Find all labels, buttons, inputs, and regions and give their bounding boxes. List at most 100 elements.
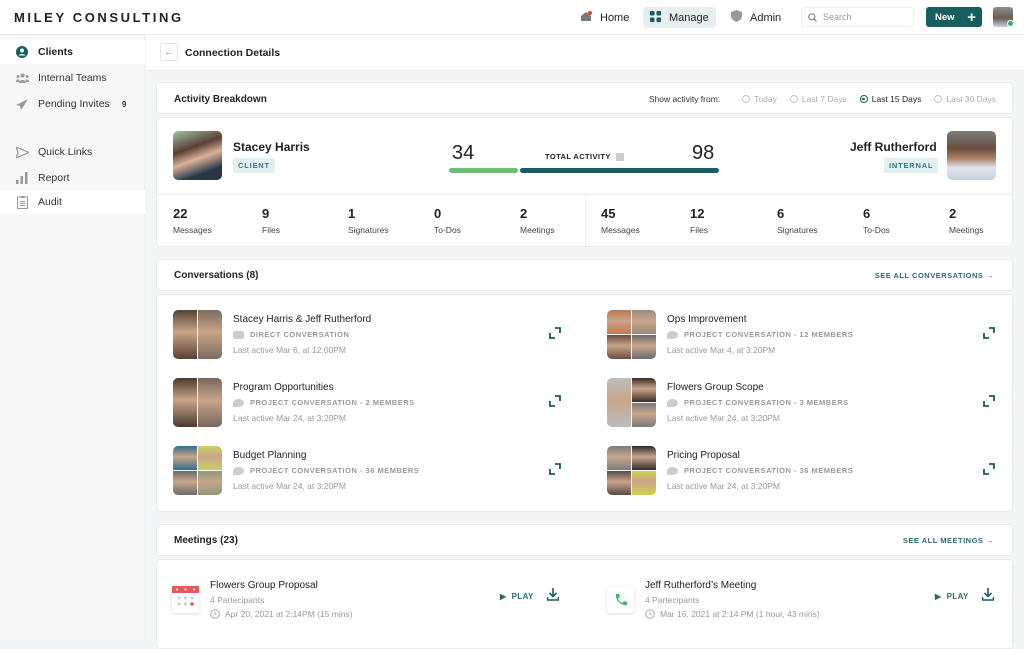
nav-manage[interactable]: Manage [643, 7, 716, 28]
filter-today[interactable]: Today [742, 94, 777, 104]
total-activity-text: TOTAL ACTIVITY [545, 152, 611, 161]
left-total-activity: 34 [452, 142, 475, 164]
stat-signatures: 6 Signatures [777, 206, 857, 235]
info-icon[interactable] [615, 152, 624, 161]
conversation-type-label: PROJECT CONVERSATION - 36 MEMBERS [250, 466, 420, 475]
sidebar-item-label: Clients [38, 46, 74, 58]
meeting-item[interactable]: Jeff Rutherford’s Meeting 4 Partecipants M… [607, 576, 1024, 636]
conversation-item[interactable]: Pricing Proposal PROJECT CONVERSATION - 3… [607, 446, 1024, 498]
nav-manage-label: Manage [669, 11, 709, 24]
app-logo: MILEY CONSULTING [14, 10, 184, 25]
download-icon[interactable] [982, 588, 994, 601]
conversation-type-label: DIRECT CONVERSATION [250, 330, 350, 339]
conversation-type: PROJECT CONVERSATION - 12 MEMBERS [667, 330, 853, 339]
filter-option-label: Last 7 Days [801, 94, 847, 104]
see-all-meetings-link[interactable]: SEE ALL MEETINGS → [903, 536, 994, 545]
conversation-item[interactable]: Ops Improvement PROJECT CONVERSATION - 12… [607, 310, 1024, 362]
sidebar-item-clients[interactable]: Clients [0, 40, 145, 64]
conversation-type-label: PROJECT CONVERSATION - 3 MEMBERS [684, 398, 849, 407]
meeting-time: Mar 16, 2021 at 2:14 PM (1 hour, 43 mins… [645, 609, 820, 619]
member-avatar [198, 310, 222, 359]
conversation-item[interactable]: Budget Planning PROJECT CONVERSATION - 36… [173, 446, 593, 498]
page-title: Connection Details [185, 47, 281, 59]
meeting-item[interactable]: Flowers Group Proposal 4 Partecipants Apr … [172, 576, 602, 636]
sidebar-item-label: Report [38, 172, 70, 184]
top-bar: MILEY CONSULTING Home Manage Admin Searc… [0, 0, 1024, 35]
right-person-name: Jeff Rutherford [850, 140, 937, 154]
stat-label: Files [262, 225, 280, 235]
bar-chart-icon [15, 172, 29, 184]
member-avatar [607, 378, 631, 427]
sidebar-item-quick-links[interactable]: Quick Links [0, 140, 145, 164]
sidebar-item-pending-invites[interactable]: Pending Invites 9 [0, 92, 145, 116]
filter-last-30-days[interactable]: Last 30 Days [934, 94, 996, 104]
expand-icon[interactable] [983, 463, 995, 475]
chat-bubbles-icon [667, 398, 678, 407]
stat-value: 2 [949, 206, 957, 221]
conversation-item[interactable]: Program Opportunities PROJECT CONVERSATIO… [173, 378, 593, 430]
see-all-conversations-link[interactable]: SEE ALL CONVERSATIONS → [875, 271, 994, 280]
meeting-participants: 4 Partecipants [645, 595, 700, 605]
expand-icon[interactable] [983, 327, 995, 339]
conversation-title: Program Opportunities [233, 382, 334, 393]
search-placeholder: Search [823, 12, 852, 22]
conversation-last-active: Last active Mar 24, at 3:20PM [233, 481, 346, 491]
stat-value: 12 [690, 206, 705, 221]
sidebar-item-label: Internal Teams [38, 72, 107, 84]
conversation-title: Pricing Proposal [667, 450, 740, 461]
radio-icon [789, 95, 798, 103]
chat-bubble-icon [233, 330, 244, 339]
play-button[interactable]: ▶ PLAY [500, 592, 534, 601]
back-button[interactable]: ← [160, 43, 178, 61]
filter-last-7-days[interactable]: Last 7 Days [789, 94, 847, 104]
play-icon: ▶ [935, 592, 942, 601]
breadcrumb: ← Connection Details [146, 35, 1024, 71]
play-button[interactable]: ▶ PLAY [935, 592, 969, 601]
download-icon[interactable] [547, 588, 559, 601]
member-avatar [632, 310, 656, 334]
conversations-title: Conversations (8) [174, 270, 259, 281]
conversation-avatars [173, 310, 222, 359]
expand-icon[interactable] [549, 395, 561, 407]
filter-option-label: Today [754, 94, 777, 104]
jeff-rutherford-photo [947, 131, 996, 180]
stat-label: To-Dos [863, 225, 890, 235]
conversation-avatars [607, 446, 656, 495]
stat-value: 6 [863, 206, 871, 221]
sidebar-item-label: Pending Invites [38, 98, 110, 110]
member-avatar [607, 446, 631, 470]
member-avatar [607, 310, 631, 334]
search-input[interactable]: Search [801, 7, 914, 27]
left-activity-bar [449, 168, 518, 173]
stat-messages: 45 Messages [601, 206, 681, 235]
stat-value: 2 [520, 206, 528, 221]
sidebar-item-audit[interactable]: Audit [0, 190, 145, 214]
team-icon [15, 73, 29, 83]
filter-label: Show activity from: [648, 94, 721, 104]
sidebar-item-report[interactable]: Report [0, 166, 145, 190]
conversation-item[interactable]: Stacey Harris & Jeff Rutherford DIRECT CO… [173, 310, 593, 362]
conversation-item[interactable]: Flowers Group Scope PROJECT CONVERSATION … [607, 378, 1024, 430]
chat-bubbles-icon [667, 330, 678, 339]
stat-files: 12 Files [690, 206, 770, 235]
new-button[interactable]: New + [926, 7, 982, 27]
clipboard-icon [15, 195, 29, 209]
sidebar-item-internal-teams[interactable]: Internal Teams [0, 66, 145, 90]
expand-icon[interactable] [983, 395, 995, 407]
nav-home-label: Home [600, 11, 630, 24]
filter-last-15-days[interactable]: Last 15 Days [859, 94, 922, 104]
stat-signatures: 1 Signatures [348, 206, 428, 235]
filter-option-label: Last 15 Days [871, 94, 922, 104]
paper-plane-icon [15, 98, 29, 110]
stat-label: Signatures [777, 225, 818, 235]
expand-icon[interactable] [549, 463, 561, 475]
conversation-avatars [607, 378, 656, 427]
nav-home[interactable]: Home [573, 7, 636, 28]
stacey-harris-photo [173, 131, 222, 180]
stat-to-dos: 0 To-Dos [434, 206, 514, 235]
send-icon [15, 146, 29, 158]
stat-value: 1 [348, 206, 356, 221]
nav-admin[interactable]: Admin [724, 7, 788, 28]
member-avatar [198, 378, 222, 427]
expand-icon[interactable] [549, 327, 561, 339]
